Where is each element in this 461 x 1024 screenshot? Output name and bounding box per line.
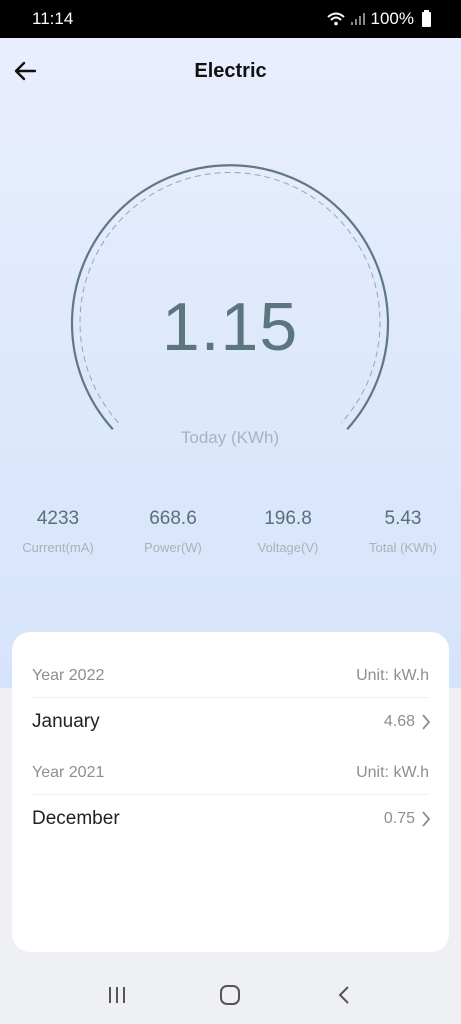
energy-gauge: 1.15 Today (KWh) [62,160,398,460]
nav-back-button[interactable] [324,975,364,1015]
month-value: 4.68 [383,713,415,730]
system-nav-bar [0,966,461,1024]
status-bar: 11:14 100% [0,0,461,38]
today-energy-label: Today (KWh) [180,428,280,447]
today-energy-value: 1.15 [161,289,299,365]
stat-value: 4233 [36,508,80,529]
stat-label: Power(W) [144,540,202,555]
stat-label: Current(mA) [22,540,94,555]
year-label: Year 2021 [32,763,105,781]
month-value-group: 0.75 [384,810,431,828]
stat-total: 5.43 Total (KWh) [348,508,458,555]
wifi-icon [326,12,345,26]
stat-current: 4233 Current(mA) [3,508,113,555]
signal-icon [350,13,365,25]
month-name: January [32,711,100,732]
stat-value: 5.43 [384,508,422,529]
home-button[interactable] [210,975,250,1015]
history-card: Year 2022 Unit: kW.h January 4.68 Year 2… [12,632,449,952]
month-row-december[interactable]: December 0.75 [32,792,431,846]
recent-apps-button[interactable] [97,975,137,1015]
page-title: Electric [194,60,267,82]
year-label: Year 2022 [32,666,105,684]
status-icons: 100% [326,9,431,29]
status-time: 11:14 [32,9,74,28]
recent-apps-icon [108,987,125,1003]
stat-label: Total (KWh) [369,540,437,555]
stat-power: 668.6 Power(W) [118,508,228,555]
chevron-right-icon [422,714,431,730]
month-row-january[interactable]: January 4.68 [32,695,431,749]
app-header: Electric [0,38,461,106]
month-value: 0.75 [383,810,415,827]
battery-icon [422,9,431,27]
month-name: December [32,808,120,829]
unit-label: Unit: kW.h [356,666,429,684]
year-header-2021: Year 2021 Unit: kW.h [32,751,429,795]
stat-label: Voltage(V) [257,540,319,555]
stat-value: 668.6 [149,508,197,529]
stats-row: 4233 Current(mA) 668.6 Power(W) 196.8 Vo… [0,508,461,568]
home-icon [220,985,241,1005]
battery-percent: 100% [370,9,414,28]
stat-value: 196.8 [264,508,312,529]
stat-voltage: 196.8 Voltage(V) [233,508,343,555]
month-value-group: 4.68 [384,713,431,731]
unit-label: Unit: kW.h [356,763,429,781]
chevron-right-icon [422,811,431,827]
nav-back-icon [338,986,349,1004]
year-header-2022: Year 2022 Unit: kW.h [32,654,429,698]
